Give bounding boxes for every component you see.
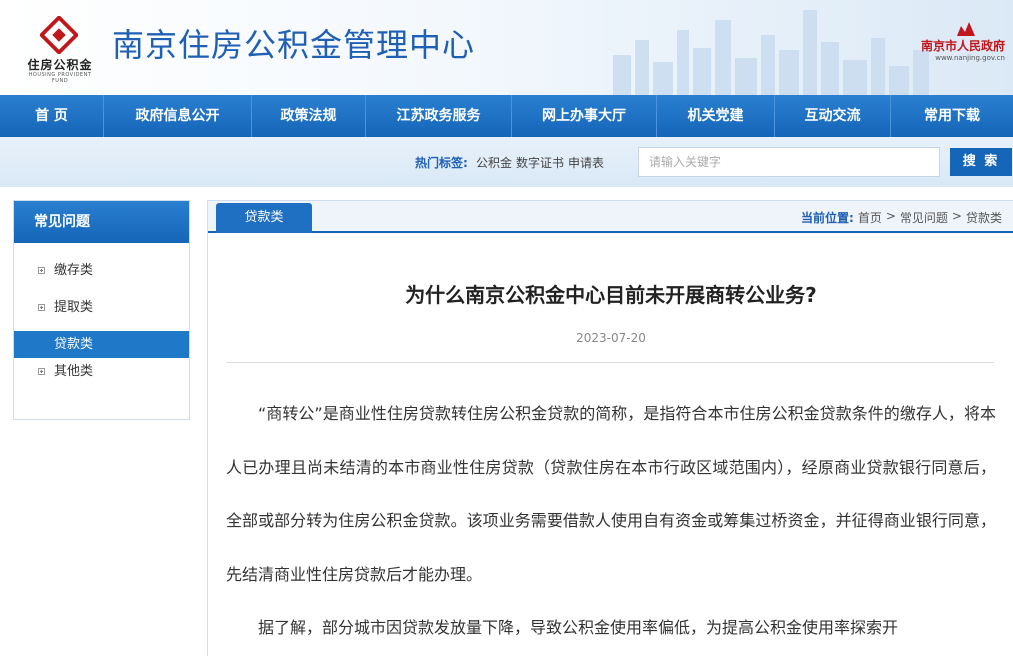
nanjing-government-link[interactable]: 南京市人民政府 www.nanjing.gov.cn <box>921 37 1005 62</box>
gov-url: www.nanjing.gov.cn <box>935 54 1005 62</box>
main-nav: 首 页 政府信息公开 政策法规 江苏政务服务 网上办事大厅 机关党建 互动交流 … <box>0 95 1013 137</box>
sidebar-item-label: 缴存类 <box>54 263 94 278</box>
article-paragraph: 据了解，部分城市因贷款发放量下降，导致公积金使用率偏低，为提高公积金使用率探索开 <box>258 618 899 637</box>
nav-item-downloads[interactable]: 常用下载 <box>891 95 1013 137</box>
logo-text: 住房公积金 <box>27 58 93 72</box>
plus-box-icon <box>38 267 45 274</box>
hot-tag-application-form[interactable]: 申请表 <box>568 154 604 171</box>
plus-box-icon <box>38 304 45 311</box>
city-skyline-graphic <box>613 10 929 95</box>
hot-tags: 公积金 数字证书 申请表 <box>476 154 604 171</box>
nav-item-party-building[interactable]: 机关党建 <box>657 95 775 137</box>
breadcrumb-loans[interactable]: 贷款类 <box>966 209 1002 226</box>
breadcrumb-label: 当前位置: <box>801 211 854 225</box>
breadcrumb-home[interactable]: 首页 <box>858 209 882 226</box>
content-tab-bar: 贷款类 当前位置: 首页 > 常见问题 > 贷款类 <box>208 201 1013 233</box>
site-title: 南京住房公积金管理中心 <box>112 26 476 64</box>
nav-item-jiangsu-services[interactable]: 江苏政务服务 <box>366 95 512 137</box>
sidebar-title: 常见问题 <box>14 201 189 243</box>
sidebar-item-label: 提取类 <box>54 300 94 315</box>
logo-emblem-icon <box>40 16 78 54</box>
sidebar-item-label: 贷款类 <box>54 337 94 352</box>
breadcrumb: 当前位置: 首页 > 常见问题 > 贷款类 <box>801 209 1002 226</box>
plus-box-icon <box>38 368 45 375</box>
title-divider <box>226 362 994 363</box>
provident-fund-logo[interactable]: 住房公积金 HOUSING PROVIDENT FUND <box>20 14 100 84</box>
search-input[interactable] <box>638 147 940 177</box>
breadcrumb-separator: > <box>885 209 896 223</box>
nav-item-home[interactable]: 首 页 <box>0 95 104 137</box>
nav-item-online-hall[interactable]: 网上办事大厅 <box>512 95 657 137</box>
article-panel: 贷款类 当前位置: 首页 > 常见问题 > 贷款类 为什么南京公积金中心目前未开… <box>207 200 1013 656</box>
sidebar-item-loans[interactable]: 贷款类 <box>14 331 189 358</box>
nav-item-policies[interactable]: 政策法规 <box>252 95 366 137</box>
breadcrumb-faq[interactable]: 常见问题 <box>900 209 948 226</box>
sidebar-item-other[interactable]: 其他类 <box>14 358 189 385</box>
article-paragraph: “商转公”是商业性住房贷款转住房公积金贷款的简称，是指符合本市住房公积金贷款条件… <box>226 404 996 584</box>
hot-tags-label: 热门标签: <box>415 156 468 170</box>
sidebar-list: 缴存类 提取类 贷款类 其他类 <box>14 243 189 385</box>
nanjing-government-emblem-icon <box>957 22 975 36</box>
article-title: 为什么南京公积金中心目前未开展商转公业务? <box>405 283 817 307</box>
sidebar-item-deposit[interactable]: 缴存类 <box>14 257 189 284</box>
search-button[interactable]: 搜 索 <box>950 148 1012 176</box>
hot-tag-provident-fund[interactable]: 公积金 <box>476 154 512 171</box>
search-bar: 热门标签: 公积金 数字证书 申请表 搜 索 <box>0 137 1013 187</box>
faq-sidebar: 常见问题 缴存类 提取类 贷款类 其他类 <box>13 200 190 420</box>
site-header: 住房公积金 HOUSING PROVIDENT FUND 南京住房公积金管理中心… <box>0 0 1013 95</box>
sidebar-item-withdrawal[interactable]: 提取类 <box>14 294 189 321</box>
nav-item-government-info[interactable]: 政府信息公开 <box>104 95 252 137</box>
breadcrumb-separator: > <box>951 209 962 223</box>
gov-name: 南京市人民政府 <box>920 39 1005 53</box>
tab-loans[interactable]: 贷款类 <box>216 203 312 233</box>
article-date: 2023-07-20 <box>576 331 646 345</box>
sidebar-item-label: 其他类 <box>54 364 94 379</box>
logo-subtext: HOUSING PROVIDENT FUND <box>28 72 92 84</box>
article-body: “商转公”是商业性住房贷款转住房公积金贷款的简称，是指符合本市住房公积金贷款条件… <box>226 387 996 655</box>
nav-item-interaction[interactable]: 互动交流 <box>775 95 891 137</box>
hot-tag-digital-certificate[interactable]: 数字证书 <box>516 154 564 171</box>
